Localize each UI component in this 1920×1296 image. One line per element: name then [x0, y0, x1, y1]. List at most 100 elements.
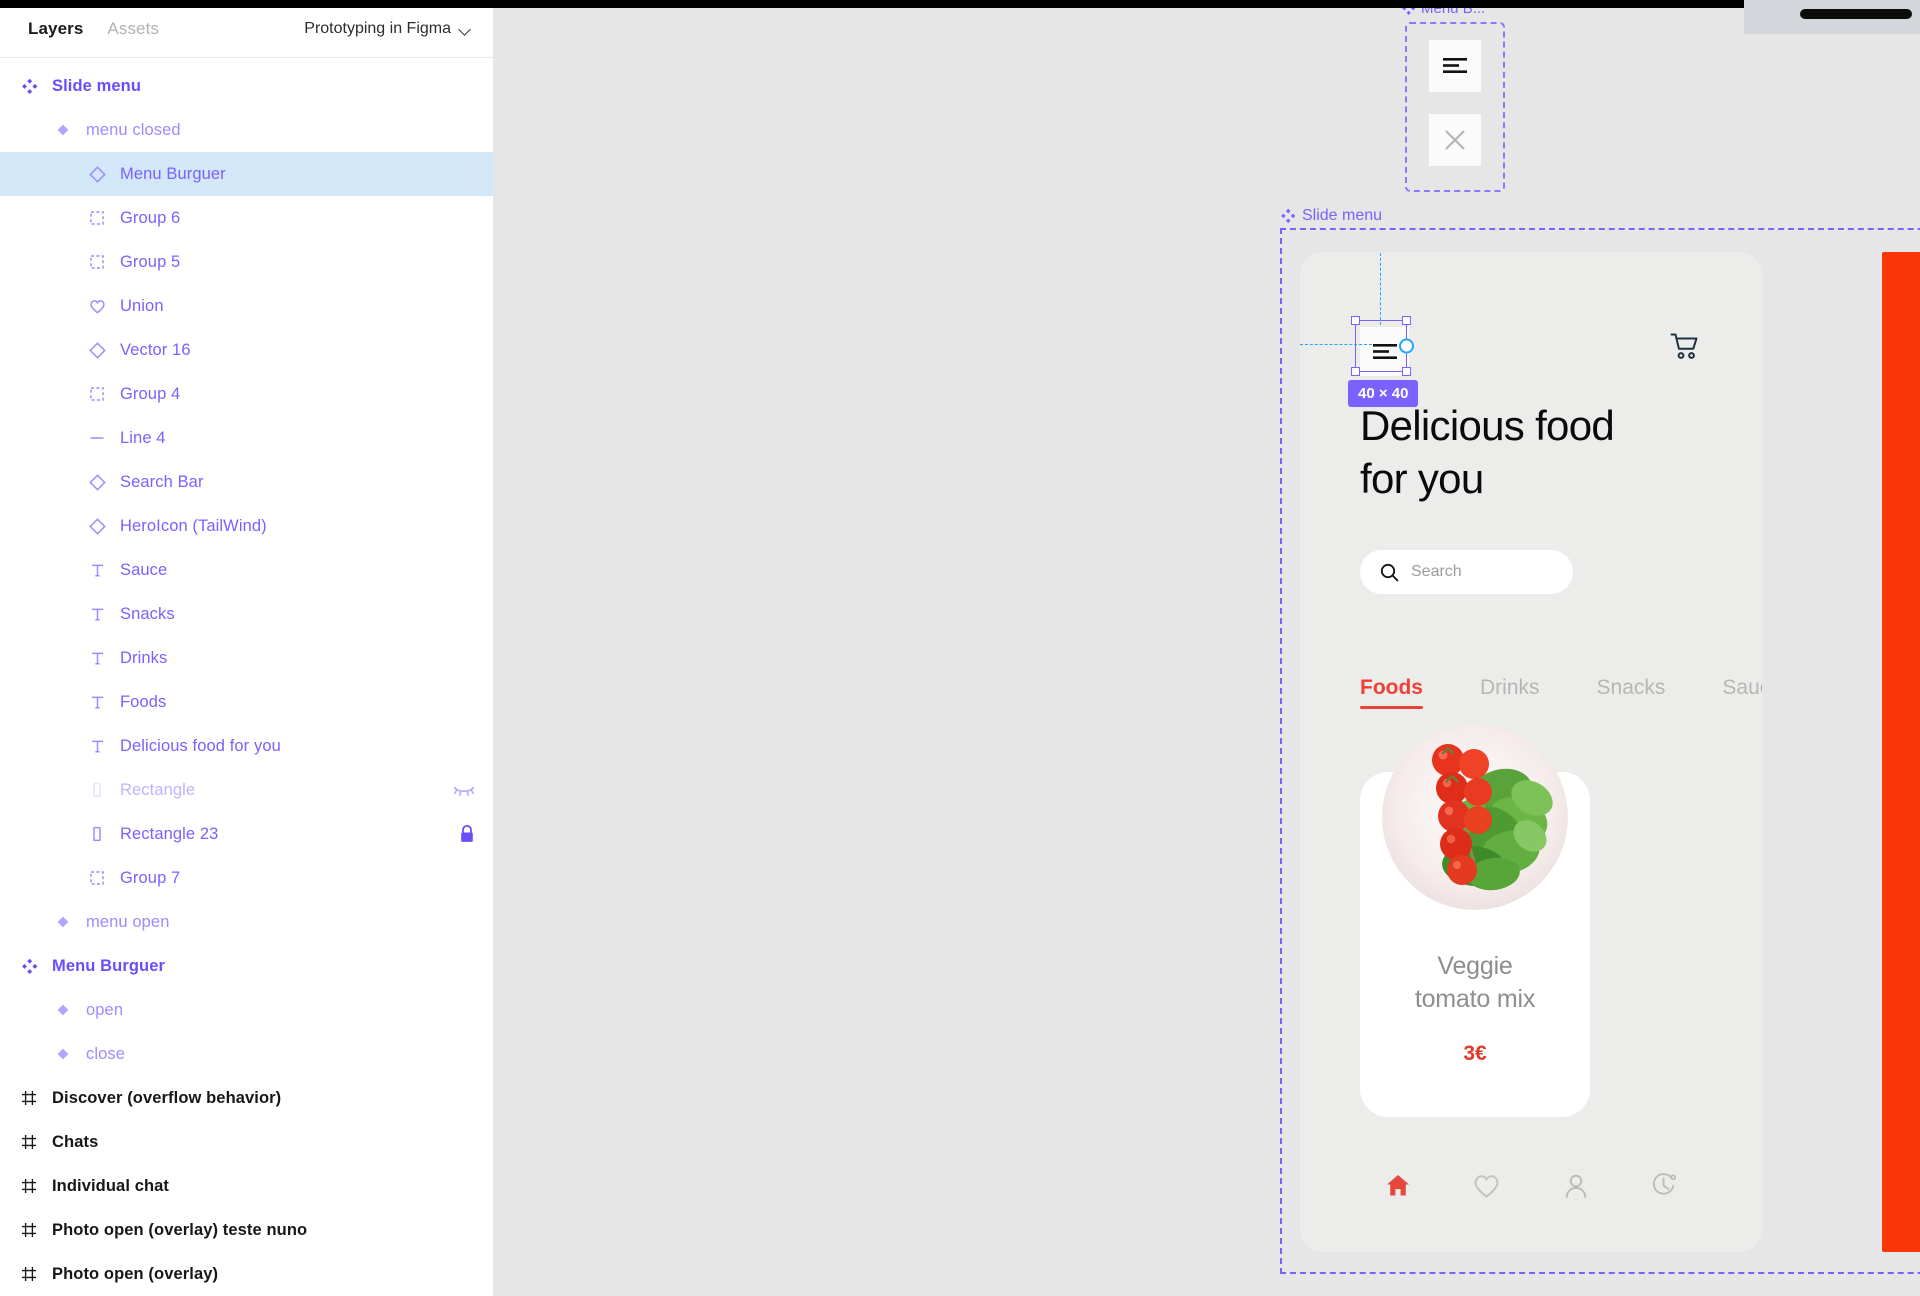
component-set-icon: [18, 955, 40, 977]
nav-favorites-button[interactable]: [1472, 1173, 1501, 1204]
layer-row-slide-menu[interactable]: Slide menu: [0, 64, 493, 108]
layer-row-rectangle-23[interactable]: Rectangle 23: [0, 812, 493, 856]
layer-row-line-4[interactable]: Line 4: [0, 416, 493, 460]
layer-name: Search Bar: [120, 472, 204, 491]
heart-icon: [86, 295, 108, 317]
panel-tab-bar: Layers Assets Prototyping in Figma: [0, 0, 493, 58]
category-tab-snacks[interactable]: Snacks: [1597, 676, 1666, 709]
variant-icon: [52, 911, 74, 933]
layer-row-chats[interactable]: Chats: [0, 1120, 493, 1164]
layer-name: HeroIcon (TailWind): [120, 516, 267, 535]
variant-icon: [52, 1043, 74, 1065]
layer-row-foods[interactable]: Foods: [0, 680, 493, 724]
layer-row-group-5[interactable]: Group 5: [0, 240, 493, 284]
component-set-frame[interactable]: [1405, 22, 1505, 192]
layer-row-group-6[interactable]: Group 6: [0, 196, 493, 240]
layer-row-delicious-food-for-you[interactable]: Delicious food for you: [0, 724, 493, 768]
nav-profile-button[interactable]: [1563, 1173, 1589, 1204]
corner-radius-handle[interactable]: [1399, 338, 1414, 354]
frame-icon: [18, 1175, 40, 1197]
layer-row-menu-burguer[interactable]: Menu Burguer: [0, 944, 493, 988]
layer-row-union[interactable]: Union: [0, 284, 493, 328]
layer-name: Group 5: [120, 252, 181, 271]
lock-icon[interactable]: [459, 825, 475, 844]
variant-icon: [52, 999, 74, 1021]
layer-name: Slide menu: [52, 76, 142, 95]
layer-row-open[interactable]: open: [0, 988, 493, 1032]
layer-row-drinks[interactable]: Drinks: [0, 636, 493, 680]
selection-bounding-box[interactable]: [1351, 316, 1414, 376]
layer-name: open: [86, 1000, 124, 1019]
salad-image: [1382, 724, 1568, 910]
resize-handle-bottom-right[interactable]: [1402, 367, 1411, 376]
instance-icon: [86, 163, 108, 185]
history-icon: [1653, 1173, 1677, 1195]
design-canvas[interactable]: Menu B... Slide menu Delicious food for …: [494, 0, 1920, 1296]
layer-row-snacks[interactable]: Snacks: [0, 592, 493, 636]
resize-handle-bottom-left[interactable]: [1351, 367, 1360, 376]
prototype-mode-select[interactable]: Prototyping in Figma: [304, 20, 471, 38]
hidden-eye-icon[interactable]: [453, 783, 475, 797]
chevron-down-icon: [460, 25, 471, 32]
layer-row-rectangle[interactable]: Rectangle: [0, 768, 493, 812]
category-tab-sauce[interactable]: Sauce: [1722, 676, 1762, 709]
close-icon: [1445, 130, 1465, 150]
text-icon: [91, 740, 103, 753]
layer-name: menu open: [86, 912, 170, 931]
layer-row-menu-open[interactable]: menu open: [0, 900, 493, 944]
food-card[interactable]: Veggie tomato mix 3€: [1360, 724, 1590, 1117]
slide-menu-open-panel[interactable]: Profileordersafter and promoprivacy poli…: [1882, 252, 1920, 1252]
horizontal-scrollbar[interactable]: [1744, 0, 1920, 34]
text-icon: [86, 691, 108, 713]
figma-window: Layers Assets Prototyping in Figma Slide…: [0, 0, 1920, 1296]
layer-row-menu-burguer[interactable]: Menu Burguer: [0, 152, 493, 196]
variant-icon: [57, 1048, 69, 1060]
layer-name: Group 4: [120, 384, 181, 403]
group-icon: [90, 387, 104, 401]
cart-button[interactable]: [1670, 332, 1700, 365]
frame-label-slide-menu[interactable]: Slide menu: [1281, 207, 1382, 225]
layer-name: Sauce: [120, 560, 168, 579]
layer-row-group-4[interactable]: Group 4: [0, 372, 493, 416]
layer-row-discover-overflow-behavior[interactable]: Discover (overflow behavior): [0, 1076, 493, 1120]
component-set-icon: [21, 78, 37, 94]
layer-name: Group 7: [120, 868, 181, 887]
layer-row-group-7[interactable]: Group 7: [0, 856, 493, 900]
group-icon: [90, 255, 104, 269]
layer-row-menu-closed[interactable]: menu closed: [0, 108, 493, 152]
layer-row-search-bar[interactable]: Search Bar: [0, 460, 493, 504]
food-card-name-line-2: tomato mix: [1414, 985, 1536, 1013]
component-set-icon: [1281, 209, 1295, 223]
variant-menu-open-button[interactable]: [1429, 40, 1481, 92]
category-tab-drinks[interactable]: Drinks: [1480, 676, 1540, 709]
layer-row-sauce[interactable]: Sauce: [0, 548, 493, 592]
resize-handle-top-right[interactable]: [1402, 316, 1411, 325]
layer-row-heroicon-tailwind[interactable]: HeroIcon (TailWind): [0, 504, 493, 548]
component-set-icon: [18, 75, 40, 97]
layer-row-close[interactable]: close: [0, 1032, 493, 1076]
scrollbar-thumb[interactable]: [1800, 9, 1912, 19]
layer-row-photo-open-overlay[interactable]: Photo open (overlay): [0, 1252, 493, 1296]
resize-handle-top-left[interactable]: [1351, 316, 1360, 325]
hero-title-line-1: Delicious food: [1360, 402, 1615, 449]
layer-row-individual-chat[interactable]: Individual chat: [0, 1164, 493, 1208]
layer-name: Chats: [52, 1132, 99, 1151]
layer-row-vector-16[interactable]: Vector 16: [0, 328, 493, 372]
instance-icon: [86, 339, 108, 361]
nav-home-button[interactable]: [1385, 1173, 1411, 1203]
tab-layers[interactable]: Layers: [16, 15, 95, 43]
prototype-mode-label: Prototyping in Figma: [304, 19, 451, 37]
text-icon: [91, 696, 103, 709]
variant-menu-close-button[interactable]: [1429, 114, 1481, 166]
instance-icon: [88, 473, 106, 491]
nav-history-button[interactable]: [1650, 1172, 1677, 1204]
layers-panel: Layers Assets Prototyping in Figma Slide…: [0, 0, 494, 1296]
search-input[interactable]: Search: [1360, 550, 1573, 594]
tab-assets[interactable]: Assets: [95, 15, 171, 43]
layer-row-photo-open-overlay-teste-nuno[interactable]: Photo open (overlay) teste nuno: [0, 1208, 493, 1252]
home-icon: [1386, 1175, 1409, 1196]
instance-icon: [88, 165, 106, 183]
frame-icon: [22, 1267, 36, 1281]
text-icon: [91, 608, 103, 621]
category-tab-foods[interactable]: Foods: [1360, 676, 1423, 709]
